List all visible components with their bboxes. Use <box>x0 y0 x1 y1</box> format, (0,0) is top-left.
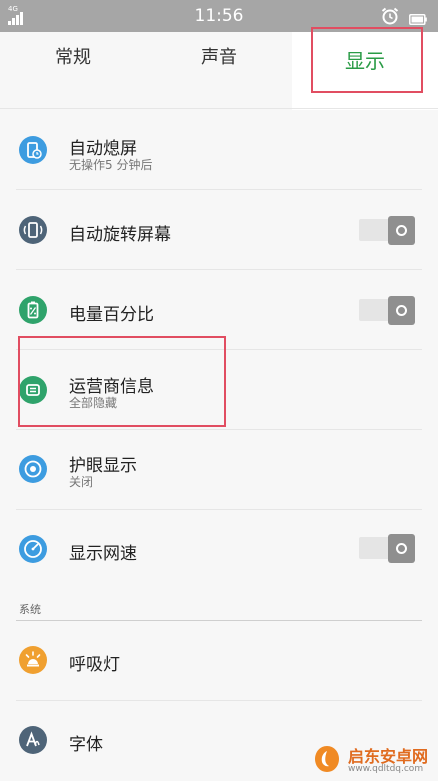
tab-divider <box>0 108 438 109</box>
watermark-logo-icon <box>312 744 342 774</box>
font-icon <box>19 726 47 754</box>
tab-sound[interactable]: 声音 <box>166 32 272 84</box>
screen-timeout-icon <box>19 136 47 164</box>
auto-rotate-toggle[interactable] <box>359 216 415 245</box>
battery-percent-icon <box>19 296 47 324</box>
setting-subtitle: 关闭 <box>69 475 94 489</box>
setting-auto-screen-off[interactable]: 自动熄屏 无操作5 分钟后 <box>0 110 438 190</box>
alarm-icon <box>381 7 399 25</box>
highlight-display-tab <box>311 27 423 93</box>
setting-title: 电量百分比 <box>69 305 154 325</box>
battery-percentage-toggle[interactable] <box>359 296 415 325</box>
tab-general[interactable]: 常规 <box>20 32 126 84</box>
rotate-screen-icon <box>19 216 47 244</box>
breathing-light-icon <box>19 646 47 674</box>
setting-title: 字体 <box>69 735 103 755</box>
setting-breathing-light[interactable]: 呼吸灯 <box>0 621 438 701</box>
network-speed-toggle[interactable] <box>359 534 415 563</box>
battery-icon <box>409 10 427 25</box>
setting-title: 自动旋转屏幕 <box>69 225 171 245</box>
setting-title: 显示网速 <box>69 544 137 564</box>
highlight-carrier-info <box>18 336 226 427</box>
watermark-url: www.qdltdq.com <box>348 764 424 774</box>
setting-auto-rotate[interactable]: 自动旋转屏幕 <box>0 190 438 270</box>
section-label-system: 系统 <box>19 603 41 616</box>
watermark: 启东安卓网 www.qdltdq.com <box>312 743 436 778</box>
eye-protection-icon <box>19 455 47 483</box>
network-speed-icon <box>19 535 47 563</box>
setting-subtitle: 无操作5 分钟后 <box>69 158 153 172</box>
setting-title: 呼吸灯 <box>69 655 120 675</box>
setting-network-speed[interactable]: 显示网速 <box>0 510 438 590</box>
setting-eye-protection[interactable]: 护眼显示 关闭 <box>0 430 438 510</box>
